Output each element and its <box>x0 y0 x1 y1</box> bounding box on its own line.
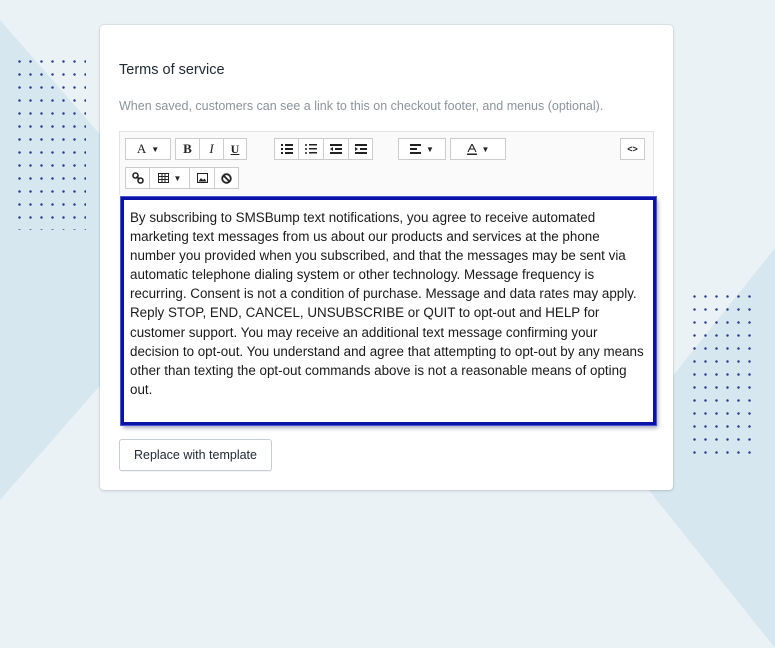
underline-button[interactable]: U <box>223 138 247 160</box>
list-indent-group <box>274 138 373 160</box>
underline-label: U <box>230 141 240 156</box>
bold-button[interactable]: B <box>175 138 199 160</box>
outdent-button[interactable] <box>323 138 348 160</box>
text-color-icon <box>466 143 477 155</box>
editor-toolbar: A ▼ B I U ▼ ▼ <> ▼ <box>119 131 654 195</box>
font-size-dropdown[interactable]: A ▼ <box>125 138 171 160</box>
dot-pattern-right <box>689 290 759 460</box>
code-view-button[interactable]: <> <box>620 138 645 160</box>
code-view-label: <> <box>627 144 638 154</box>
help-text: When saved, customers can see a link to … <box>119 99 604 113</box>
chevron-down-icon: ▼ <box>173 173 182 183</box>
indent-icon <box>354 144 367 154</box>
unordered-list-button[interactable] <box>274 138 298 160</box>
paragraph-align-dropdown[interactable]: ▼ <box>398 138 446 160</box>
ordered-list-button[interactable] <box>298 138 323 160</box>
section-title: Terms of service <box>119 62 225 78</box>
image-button[interactable] <box>189 167 214 189</box>
chevron-down-icon: ▼ <box>481 144 490 154</box>
indent-button[interactable] <box>348 138 373 160</box>
insert-group: ▼ <box>125 167 239 189</box>
unordered-list-icon <box>280 144 293 154</box>
italic-button[interactable]: I <box>199 138 223 160</box>
align-left-icon <box>410 144 422 154</box>
dot-pattern-left <box>14 55 86 230</box>
link-button[interactable] <box>125 167 149 189</box>
terms-editor[interactable]: By subscribing to SMSBump text notificat… <box>121 197 656 425</box>
chevron-down-icon: ▼ <box>151 144 160 154</box>
replace-with-template-button[interactable]: Replace with template <box>119 439 272 471</box>
outdent-icon <box>330 144 342 154</box>
link-icon <box>131 172 144 184</box>
font-size-label: A <box>136 141 147 156</box>
terms-of-service-card: Terms of service When saved, customers c… <box>100 25 673 490</box>
text-color-dropdown[interactable]: ▼ <box>450 138 506 160</box>
table-dropdown[interactable]: ▼ <box>149 167 189 189</box>
chevron-down-icon: ▼ <box>426 144 434 154</box>
image-icon <box>196 173 208 183</box>
no-symbol-icon <box>221 172 232 184</box>
table-icon <box>157 173 169 183</box>
bold-label: B <box>183 141 192 156</box>
italic-label: I <box>209 141 214 156</box>
ordered-list-icon <box>305 144 317 154</box>
clear-format-button[interactable] <box>214 167 239 189</box>
text-style-group: B I U <box>175 138 247 160</box>
